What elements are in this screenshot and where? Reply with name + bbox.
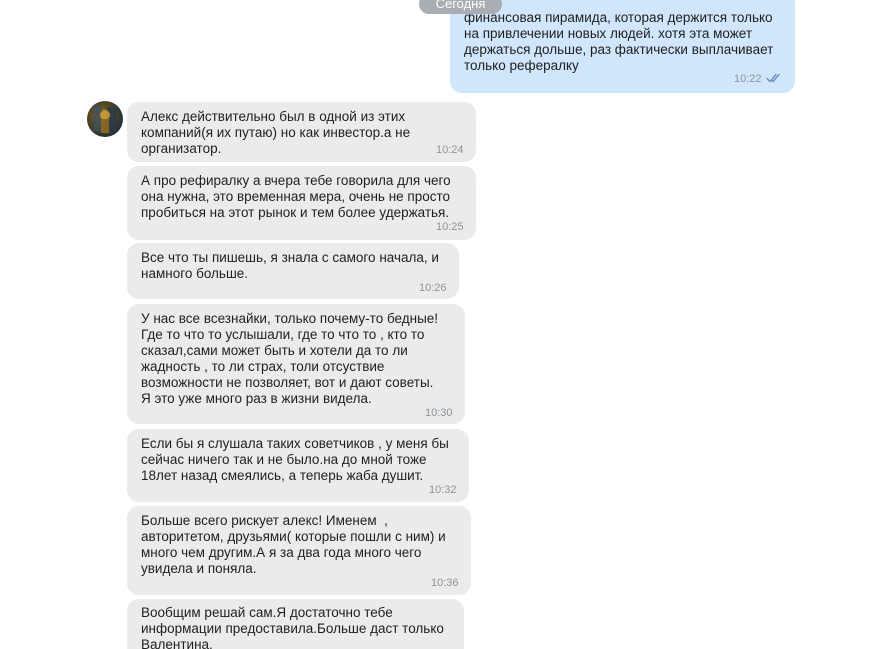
incoming-message[interactable]: У нас все всезнайки, только почему-то бе… bbox=[127, 304, 465, 424]
message-text: А про рефиралку а вчера тебе говорила дл… bbox=[141, 173, 451, 220]
message-time: 10:24 bbox=[436, 144, 464, 156]
incoming-message[interactable]: А про рефиралку а вчера тебе говорила дл… bbox=[127, 166, 476, 240]
chat-history[interactable]: финансовая пирамида, которая держится то… bbox=[0, 0, 870, 649]
message-time: 10:25 bbox=[436, 221, 464, 233]
message-text: финансовая пирамида, которая держится то… bbox=[464, 10, 774, 73]
message-time: 10:26 bbox=[419, 282, 447, 294]
incoming-message[interactable]: Алекс действительно был в одной из этих … bbox=[127, 102, 476, 162]
double-check-icon bbox=[766, 73, 780, 83]
outgoing-message[interactable]: финансовая пирамида, которая держится то… bbox=[450, 0, 795, 93]
message-text: Вообщим решай сам.Я достаточно тебе инфо… bbox=[141, 605, 444, 649]
message-time: 10:36 bbox=[431, 577, 459, 589]
message-time: 10:30 bbox=[425, 407, 453, 419]
message-text: У нас все всезнайки, только почему-то бе… bbox=[141, 311, 439, 406]
incoming-message[interactable]: Все что ты пишешь, я знала с самого нача… bbox=[127, 243, 459, 299]
message-text: Больше всего рискует алекс! Именем , авт… bbox=[141, 513, 446, 576]
incoming-message[interactable]: Вообщим решай сам.Я достаточно тебе инфо… bbox=[127, 599, 464, 649]
incoming-message[interactable]: Если бы я слушала таких советчиков , у м… bbox=[127, 429, 469, 502]
message-time: 10:22 bbox=[734, 73, 762, 85]
message-time: 10:32 bbox=[429, 484, 457, 496]
message-text: Если бы я слушала таких советчиков , у м… bbox=[141, 436, 449, 483]
sender-avatar[interactable] bbox=[87, 101, 123, 137]
message-text: Алекс действительно был в одной из этих … bbox=[141, 109, 411, 156]
date-separator: Сегодня bbox=[419, 0, 502, 14]
incoming-message[interactable]: Больше всего рискует алекс! Именем , авт… bbox=[127, 506, 471, 595]
message-text: Все что ты пишешь, я знала с самого нача… bbox=[141, 250, 439, 281]
